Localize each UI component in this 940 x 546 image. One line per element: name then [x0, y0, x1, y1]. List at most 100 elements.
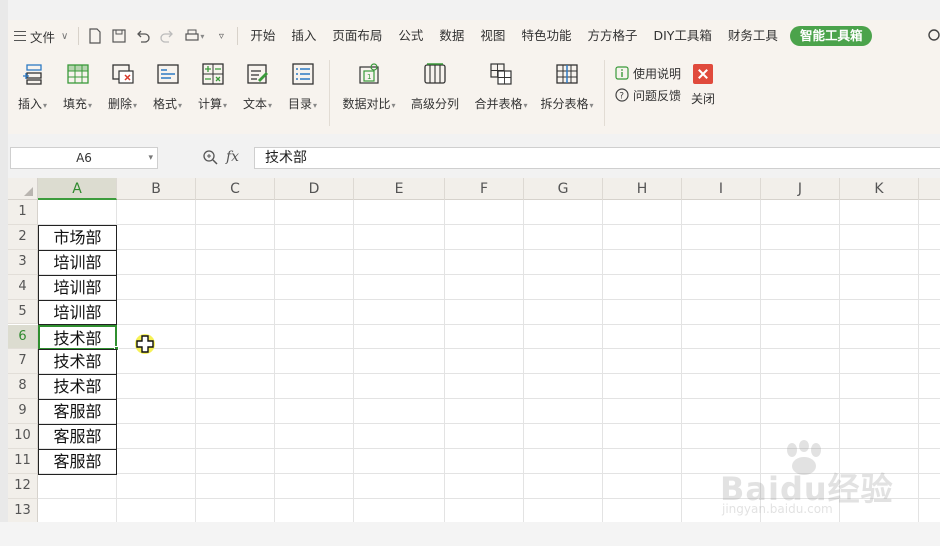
- grid-row-line: [38, 223, 940, 225]
- divider: [78, 27, 80, 45]
- advanced-split-button[interactable]: 高级分列: [402, 62, 468, 112]
- format-button[interactable]: 格式▾: [145, 62, 190, 112]
- cell-a5[interactable]: 培训部: [38, 299, 117, 326]
- row-header-4[interactable]: 4: [8, 274, 38, 300]
- help-button[interactable]: 使用说明: [615, 62, 681, 84]
- help-label: 使用说明: [633, 66, 682, 81]
- ribbon-divider: [329, 60, 330, 126]
- hamburger-icon: [14, 31, 26, 41]
- print-icon[interactable]: ▾: [179, 24, 209, 48]
- ribbon-group-table: 1 数据对比▾ 高级分列 合并表格▾ 拆分表格▾: [336, 52, 600, 134]
- format-icon: [156, 64, 179, 84]
- column-header-g[interactable]: G: [524, 178, 603, 200]
- cell-a11[interactable]: 客服部: [38, 449, 117, 475]
- delete-label: 删除: [107, 97, 132, 111]
- cell-a4[interactable]: 培训部: [38, 274, 117, 301]
- row-header-5[interactable]: 5: [8, 299, 38, 325]
- ribbon: 插入▾ 填充▾ 删除▾ 格式▾ 计算▾ 文本▾ 目录▾ 1 数据对比▾ 高级分列…: [8, 52, 940, 134]
- formula-tools: fx: [202, 149, 239, 165]
- formula-input[interactable]: 技术部: [254, 147, 940, 169]
- fx-icon[interactable]: fx: [226, 149, 239, 165]
- row-header-3[interactable]: 3: [8, 249, 38, 275]
- row-header-10[interactable]: 10: [8, 424, 38, 449]
- delete-button[interactable]: 删除▾: [100, 62, 145, 112]
- fill-label: 填充: [62, 97, 87, 111]
- data-compare-button[interactable]: 1 数据对比▾: [336, 62, 402, 112]
- fill-button[interactable]: 填充▾: [55, 62, 100, 112]
- merge-tables-icon: [490, 63, 512, 85]
- redo-icon[interactable]: [155, 24, 179, 48]
- column-header-a[interactable]: A: [38, 178, 117, 200]
- new-file-icon[interactable]: [83, 24, 107, 48]
- merge-tables-button[interactable]: 合并表格▾: [468, 62, 534, 112]
- row-header-12[interactable]: 12: [8, 473, 38, 499]
- calculate-label: 计算: [197, 97, 222, 111]
- name-box[interactable]: A6 ▾: [10, 147, 158, 169]
- column-header-h[interactable]: H: [603, 178, 682, 200]
- search-icon[interactable]: [926, 26, 940, 46]
- column-header-e[interactable]: E: [354, 178, 445, 200]
- insert-label: 插入: [17, 97, 42, 111]
- cell-a7[interactable]: 技术部: [38, 349, 117, 376]
- data-compare-icon: 1: [359, 63, 379, 84]
- cell-a8[interactable]: 技术部: [38, 374, 117, 401]
- calculate-button[interactable]: 计算▾: [190, 62, 235, 112]
- text-label: 文本: [242, 97, 267, 111]
- column-header-i[interactable]: I: [682, 178, 761, 200]
- tab-special-features[interactable]: 特色功能: [513, 23, 579, 49]
- grid-row-line: [38, 348, 940, 350]
- row-header-13[interactable]: 13: [8, 498, 38, 522]
- row-header-7[interactable]: 7: [8, 349, 38, 375]
- tab-smart-toolbox[interactable]: 智能工具箱: [789, 26, 873, 46]
- split-table-icon: [556, 64, 578, 84]
- row-header-8[interactable]: 8: [8, 374, 38, 400]
- select-all-corner[interactable]: [8, 178, 38, 200]
- insert-rows-icon: [22, 64, 42, 85]
- text-button[interactable]: 文本▾: [235, 62, 280, 112]
- list-icon: [291, 63, 314, 85]
- split-table-button[interactable]: 拆分表格▾: [534, 62, 600, 112]
- split-columns-icon: [424, 63, 446, 84]
- column-header-d[interactable]: D: [275, 178, 354, 200]
- tab-data[interactable]: 数据: [431, 23, 472, 49]
- grid-row-line: [38, 298, 940, 300]
- more-quick-access-icon[interactable]: ▿: [209, 24, 233, 48]
- zoom-icon[interactable]: [202, 149, 218, 165]
- row-header-2[interactable]: 2: [8, 224, 38, 250]
- calculator-icon: [201, 63, 224, 85]
- toc-button[interactable]: 目录▾: [280, 62, 325, 112]
- tab-home[interactable]: 开始: [242, 23, 283, 49]
- insert-button[interactable]: 插入▾: [10, 62, 55, 112]
- tab-fangfang-grid[interactable]: 方方格子: [579, 23, 645, 49]
- feedback-button[interactable]: ? 问题反馈: [615, 84, 681, 106]
- menu-bar: 文件 ∨ ▾ ▿ 开始 插入 页面布局 公式 数据 视图 特色功能 方方格子 D…: [8, 20, 940, 52]
- row-header-11[interactable]: 11: [8, 449, 38, 474]
- column-header-j[interactable]: J: [761, 178, 840, 200]
- tab-diy-toolbox[interactable]: DIY工具箱: [645, 23, 719, 49]
- active-cell-a6[interactable]: 技术部: [38, 324, 117, 351]
- tab-insert[interactable]: 插入: [283, 23, 324, 49]
- column-header-row: ABCDEFGHIJK: [8, 178, 940, 200]
- tab-page-layout[interactable]: 页面布局: [324, 23, 390, 49]
- cell-a9[interactable]: 客服部: [38, 399, 117, 426]
- file-menu[interactable]: 文件 ∨: [8, 23, 74, 49]
- column-header-k[interactable]: K: [840, 178, 919, 200]
- tab-formulas[interactable]: 公式: [390, 23, 431, 49]
- cell-cursor-icon: [135, 334, 155, 354]
- file-menu-label: 文件: [30, 29, 56, 45]
- cell-a3[interactable]: 培训部: [38, 249, 117, 276]
- save-icon[interactable]: [107, 24, 131, 48]
- close-toolbox-button[interactable]: 关闭: [691, 52, 715, 134]
- column-header-f[interactable]: F: [445, 178, 524, 200]
- watermark: Baidu经验 jingyan.baidu.com: [720, 440, 920, 530]
- column-header-b[interactable]: B: [117, 178, 196, 200]
- row-header-6[interactable]: 6: [8, 324, 38, 350]
- row-header-9[interactable]: 9: [8, 399, 38, 425]
- tab-view[interactable]: 视图: [472, 23, 513, 49]
- cell-a10[interactable]: 客服部: [38, 424, 117, 450]
- column-header-c[interactable]: C: [196, 178, 275, 200]
- tab-finance-tools[interactable]: 财务工具: [720, 23, 786, 49]
- cell-a2[interactable]: 市场部: [38, 224, 117, 251]
- undo-icon[interactable]: [131, 24, 155, 48]
- row-header-1[interactable]: 1: [8, 200, 38, 225]
